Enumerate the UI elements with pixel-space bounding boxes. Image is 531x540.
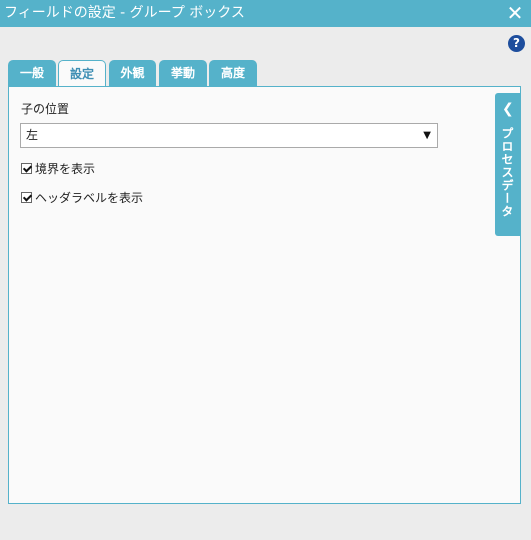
process-data-label: プロセスデータ [500, 127, 514, 218]
close-icon[interactable]: ✕ [505, 3, 525, 23]
show-border-checkbox[interactable] [21, 163, 32, 174]
show-border-label: 境界を表示 [35, 162, 96, 176]
title-bar: フィールドの設定 - グループ ボックス ✕ [0, 0, 531, 27]
help-icon[interactable]: ? [508, 35, 525, 52]
show-border-row: 境界を表示 [21, 161, 95, 177]
tab-behavior[interactable]: 挙動 [159, 60, 207, 86]
show-header-row: ヘッダラベルを表示 [21, 190, 143, 206]
tab-general[interactable]: 一般 [8, 60, 56, 86]
tab-settings[interactable]: 設定 [58, 60, 106, 87]
show-header-label-text: ヘッダラベルを表示 [35, 191, 144, 205]
settings-panel: 子の位置 左 ▼ 境界を表示 ヘッダラベルを表示 [8, 86, 521, 504]
child-position-select[interactable]: 左 ▼ [20, 123, 438, 148]
show-header-label-checkbox[interactable] [21, 192, 32, 203]
tab-appearance[interactable]: 外観 [109, 60, 156, 86]
chevron-left-icon: ❮ [502, 101, 514, 117]
child-position-label: 子の位置 [21, 102, 70, 116]
tab-advanced[interactable]: 高度 [209, 60, 257, 86]
process-data-side-tab[interactable]: ❮ プロセスデータ [495, 93, 521, 236]
child-position-value: 左 [26, 128, 39, 142]
window-title: フィールドの設定 - グループ ボックス [4, 5, 245, 21]
dropdown-caret-icon: ▼ [423, 130, 431, 141]
